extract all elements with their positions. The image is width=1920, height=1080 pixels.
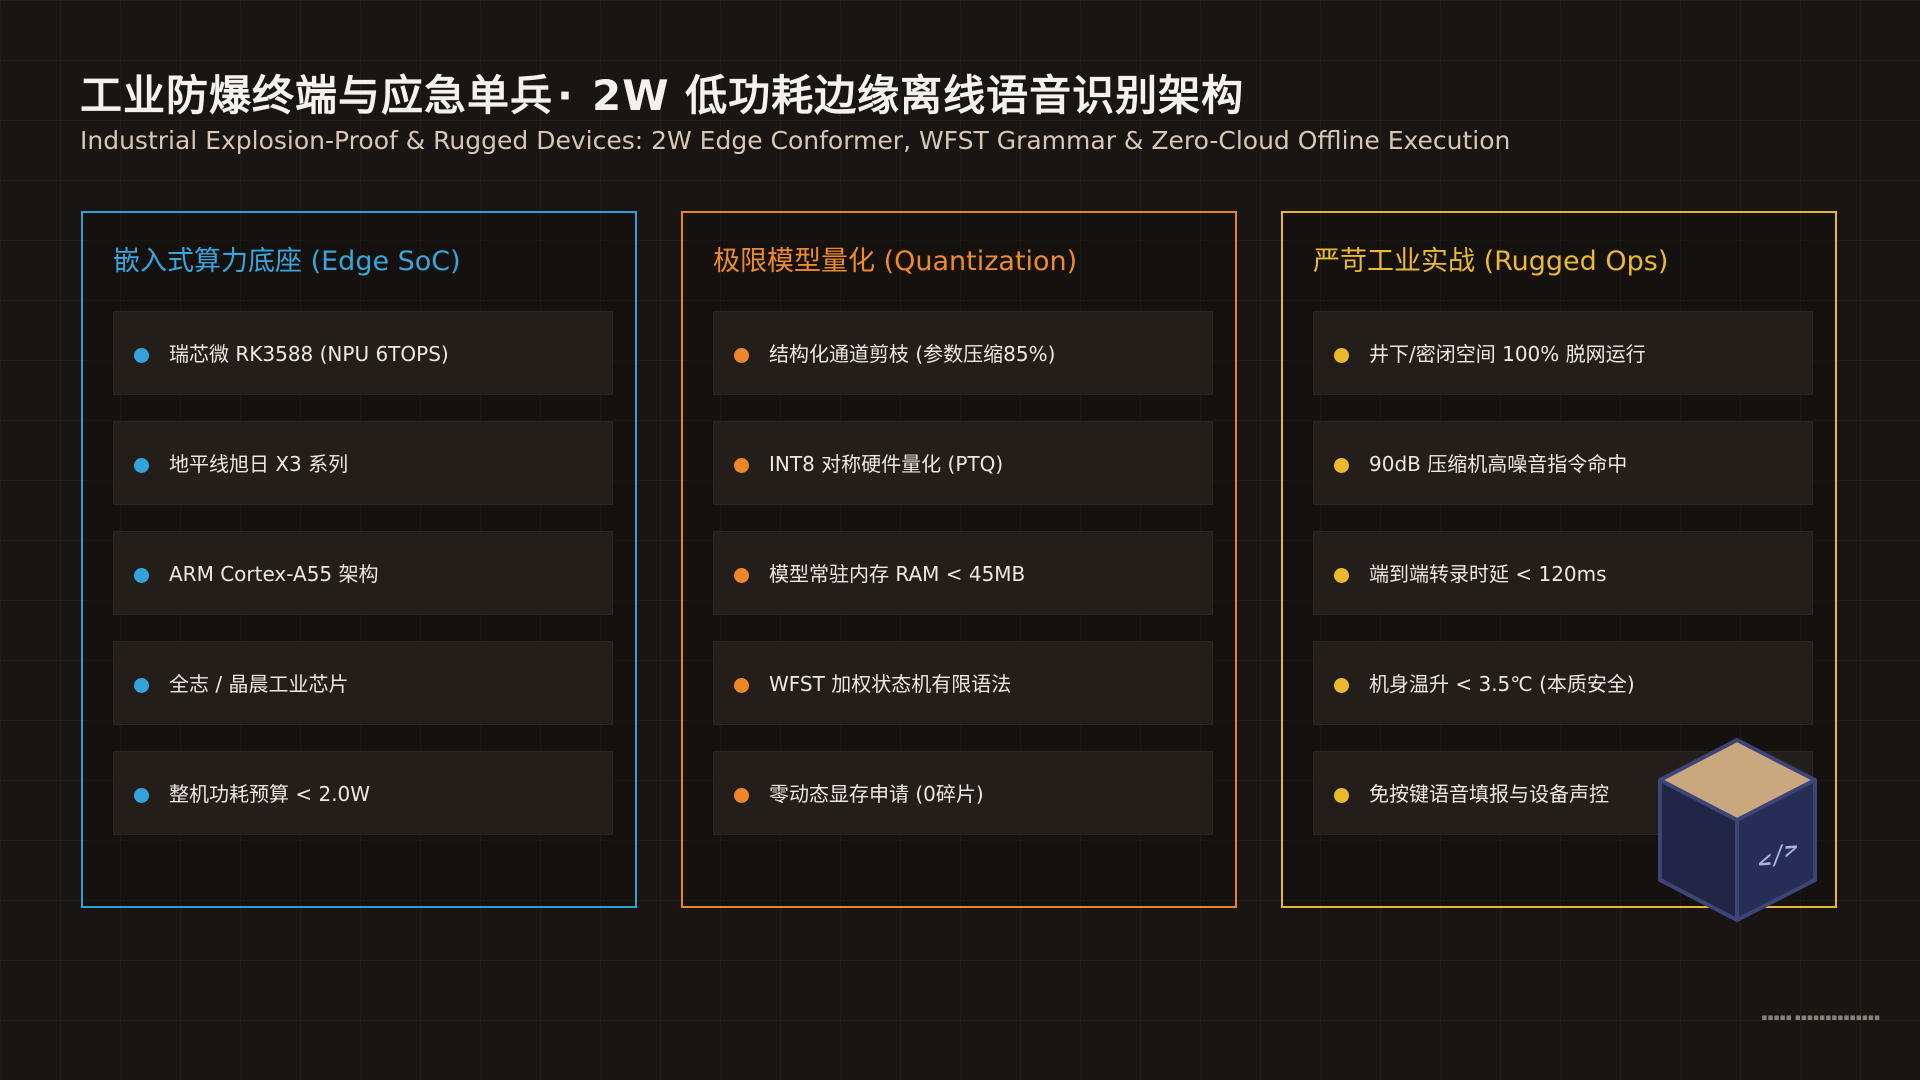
item-label: WFST 加权状态机有限语法 xyxy=(769,672,1012,696)
list-item: 地平线旭日 X3 系列 xyxy=(113,421,613,505)
bullet-dot xyxy=(134,348,149,363)
list-item: 结构化通道剪枝 (参数压缩85%) xyxy=(713,311,1213,395)
bullet-dot xyxy=(734,678,749,693)
list-item: INT8 对称硬件量化 (PTQ) xyxy=(713,421,1213,505)
item-label: 地平线旭日 X3 系列 xyxy=(169,452,349,476)
bullet-dot xyxy=(1334,788,1349,803)
footnote: ▪▪▪▪▪ ▪▪▪▪▪▪▪▪▪▪▪▪▪▪ xyxy=(1761,1013,1880,1023)
panel-title: 严苛工业实战 (Rugged Ops) xyxy=(1313,246,1669,277)
bullet-dot xyxy=(734,788,749,803)
list-item: 井下/密闭空间 100% 脱网运行 xyxy=(1313,311,1813,395)
item-label: 机身温升 < 3.5℃ (本质安全) xyxy=(1369,672,1635,696)
list-item: WFST 加权状态机有限语法 xyxy=(713,641,1213,725)
bullet-dot xyxy=(734,348,749,363)
item-label: 零动态显存申请 (0碎片) xyxy=(769,782,984,806)
panel-edge-soc: 嵌入式算力底座 (Edge SoC) 瑞芯微 RK3588 (NPU 6TOPS… xyxy=(81,211,637,908)
title-main: 工业防爆终端与应急单兵 xyxy=(80,71,554,120)
bullet-dot xyxy=(1334,348,1349,363)
item-label: 整机功耗预算 < 2.0W xyxy=(169,782,371,806)
list-item: 整机功耗预算 < 2.0W xyxy=(113,751,613,835)
item-label: 瑞芯微 RK3588 (NPU 6TOPS) xyxy=(169,342,449,366)
title-sub: 2W 低功耗边缘离线语音识别架构 xyxy=(591,71,1245,120)
page-title: 工业防爆终端与应急单兵· 2W 低功耗边缘离线语音识别架构 xyxy=(80,62,1244,123)
bullet-dot xyxy=(134,788,149,803)
panel-quantization: 极限模型量化 (Quantization) 结构化通道剪枝 (参数压缩85%) … xyxy=(681,211,1237,908)
bullet-dot xyxy=(734,568,749,583)
item-label: 免按键语音填报与设备声控 xyxy=(1369,782,1609,806)
panel-title: 嵌入式算力底座 (Edge SoC) xyxy=(113,246,461,277)
title-separator: · xyxy=(557,71,574,120)
item-label: ARM Cortex-A55 架构 xyxy=(169,562,379,586)
list-item: 零动态显存申请 (0碎片) xyxy=(713,751,1213,835)
item-label: 结构化通道剪枝 (参数压缩85%) xyxy=(769,342,1056,366)
panel-title: 极限模型量化 (Quantization) xyxy=(713,246,1078,277)
bullet-dot xyxy=(1334,458,1349,473)
list-item: 端到端转录时延 < 120ms xyxy=(1313,531,1813,615)
list-item: 瑞芯微 RK3588 (NPU 6TOPS) xyxy=(113,311,613,395)
page-subtitle: Industrial Explosion-Proof & Rugged Devi… xyxy=(80,126,1511,155)
bullet-dot xyxy=(134,678,149,693)
list-item: ARM Cortex-A55 架构 xyxy=(113,531,613,615)
item-label: 井下/密闭空间 100% 脱网运行 xyxy=(1369,342,1646,366)
bullet-dot xyxy=(734,458,749,473)
bullet-dot xyxy=(134,458,149,473)
list-item: 全志 / 晶晨工业芯片 xyxy=(113,641,613,725)
bullet-dot xyxy=(1334,678,1349,693)
item-label: INT8 对称硬件量化 (PTQ) xyxy=(769,452,1004,476)
code-cube-icon: </> xyxy=(1658,738,1817,922)
list-item: 90dB 压缩机高噪音指令命中 xyxy=(1313,421,1813,505)
item-label: 全志 / 晶晨工业芯片 xyxy=(169,672,349,696)
list-item: 模型常驻内存 RAM < 45MB xyxy=(713,531,1213,615)
item-label: 90dB 压缩机高噪音指令命中 xyxy=(1369,452,1628,476)
item-label: 端到端转录时延 < 120ms xyxy=(1369,562,1607,586)
bullet-dot xyxy=(134,568,149,583)
list-item: 机身温升 < 3.5℃ (本质安全) xyxy=(1313,641,1813,725)
bullet-dot xyxy=(1334,568,1349,583)
item-label: 模型常驻内存 RAM < 45MB xyxy=(769,562,1026,586)
